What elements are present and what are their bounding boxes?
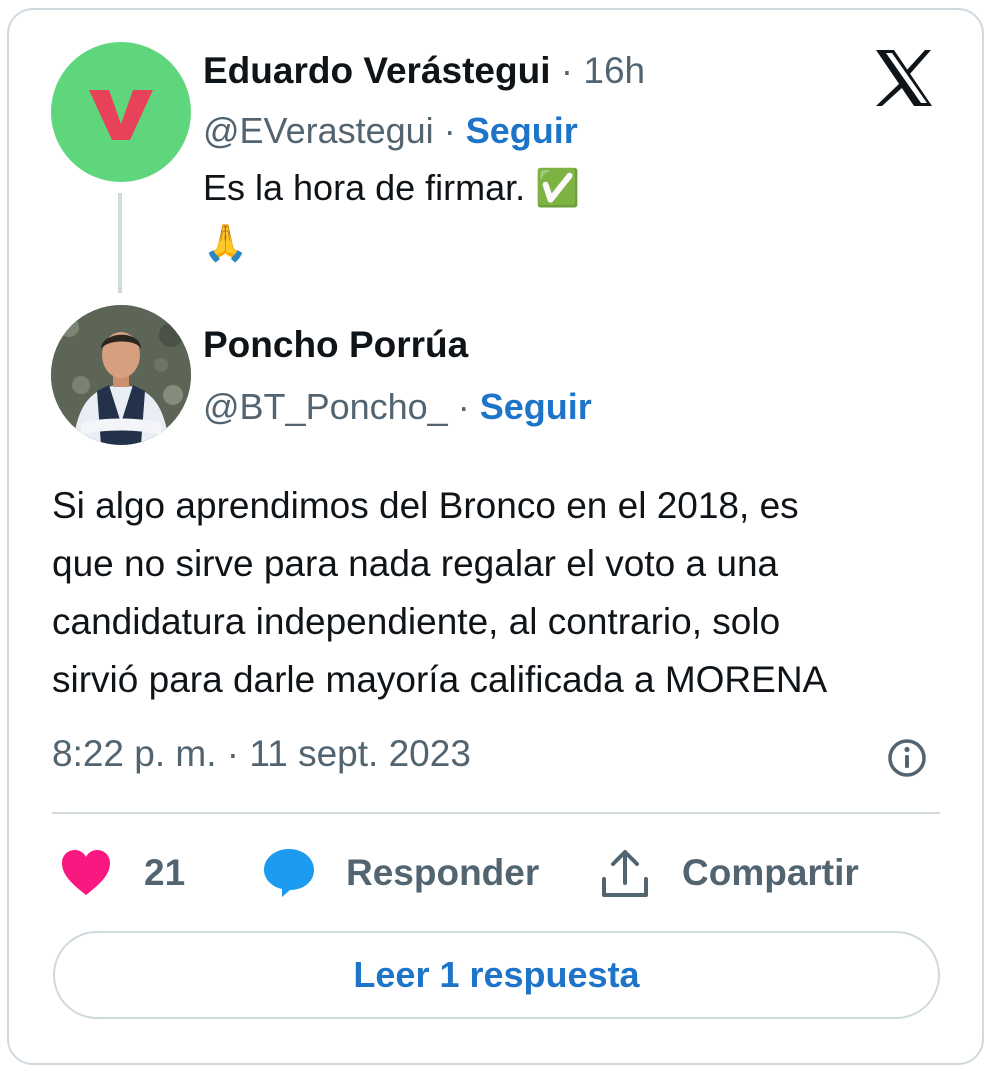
tweet-body-line: sirvió para darle mayoría calificada a M… [52,659,828,700]
parent-follow-button[interactable]: Seguir [466,110,578,151]
avatar-eduardo[interactable] [51,42,191,182]
share-button[interactable]: Compartir [600,845,859,901]
author-handle[interactable]: @BT_Poncho_ [203,386,448,427]
avatar-poncho[interactable] [51,305,191,445]
parent-time-ago[interactable]: 16h [583,50,645,91]
thread-connector-line [118,193,122,293]
tweet-timestamp[interactable]: 8:22 p. m. · 11 sept. 2023 [52,733,471,775]
read-replies-button[interactable]: Leer 1 respuesta [53,931,940,1019]
pray-emoji: 🙏 [203,222,248,263]
handle-separator: · [457,386,470,427]
speech-bubble-icon [264,849,314,897]
follow-button[interactable]: Seguir [480,386,592,427]
reply-action-button[interactable]: Responder [262,845,539,901]
like-count: 21 [144,852,186,893]
profile-photo [51,305,191,445]
parent-handle-separator: · [443,110,456,151]
like-button[interactable]: 21 [60,845,185,901]
parent-tweet-text-row: Es la hora de firmar. ✅ [203,167,580,209]
info-icon[interactable] [885,736,929,780]
read-replies-label: Leer 1 respuesta [353,954,640,995]
verified-check-emoji: ✅ [535,167,580,208]
tweet-body-line: que no sirve para nada regalar el voto a… [52,543,779,584]
parent-author-row: Eduardo Verástegui · 16h [203,50,645,92]
author-name[interactable]: Poncho Porrúa [203,324,468,366]
handle-row: @BT_Poncho_ · Seguir [203,386,592,428]
share-icon [602,850,648,897]
divider [52,812,940,814]
parent-handle[interactable]: @EVerastegui [203,110,434,151]
parent-tweet-text: Es la hora de firmar. [203,167,526,208]
heart-icon [62,850,110,895]
reply-label: Responder [346,852,540,893]
parent-separator: · [560,50,574,91]
tweet-body: Si algo aprendimos del Bronco en el 2018… [52,477,932,709]
x-logo-icon[interactable] [872,46,936,110]
tweet-body-line: candidatura independiente, al contrario,… [52,601,781,642]
parent-handle-row: @EVerastegui · Seguir [203,110,578,152]
parent-author-name[interactable]: Eduardo Verástegui [203,50,551,91]
share-label: Compartir [682,852,859,893]
tweet-body-line: Si algo aprendimos del Bronco en el 2018… [52,485,799,526]
v-logo-icon [89,90,153,140]
